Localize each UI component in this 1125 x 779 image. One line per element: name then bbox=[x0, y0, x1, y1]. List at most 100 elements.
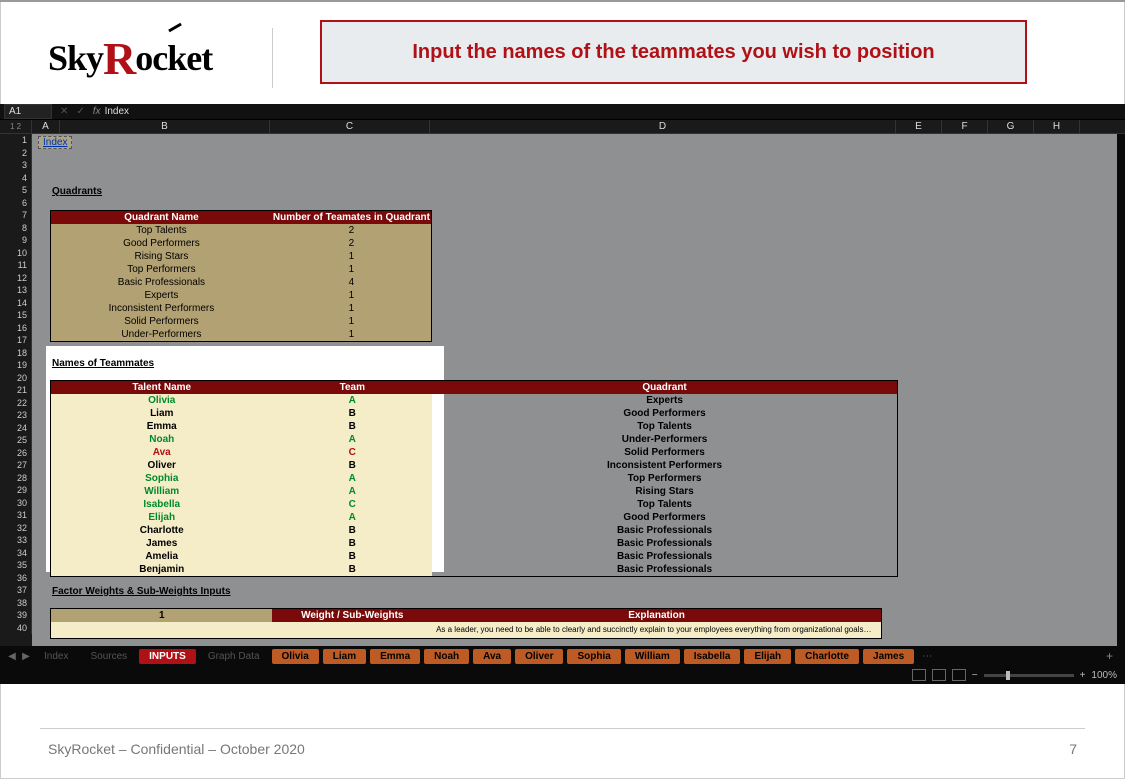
tab-index[interactable]: Index bbox=[34, 649, 78, 664]
sheet-tab-strip[interactable]: ◀ ▶ Index Sources INPUTS Graph Data Oliv… bbox=[0, 646, 1125, 666]
tab-person[interactable]: James bbox=[863, 649, 914, 664]
row-header[interactable]: 28 bbox=[0, 472, 32, 485]
row-header[interactable]: 2 bbox=[0, 147, 32, 160]
table-row[interactable]: AmeliaBBasic Professionals bbox=[51, 550, 897, 563]
table-row[interactable]: Experts1 bbox=[51, 289, 431, 302]
row-header[interactable]: 25 bbox=[0, 434, 32, 447]
row-header[interactable]: 15 bbox=[0, 309, 32, 322]
col-C[interactable]: C bbox=[270, 120, 430, 133]
row-header[interactable]: 34 bbox=[0, 547, 32, 560]
table-row[interactable]: SophiaATop Performers bbox=[51, 472, 897, 485]
table-row[interactable]: BenjaminBBasic Professionals bbox=[51, 563, 897, 576]
table-row[interactable]: JamesBBasic Professionals bbox=[51, 537, 897, 550]
table-row[interactable]: Good Performers2 bbox=[51, 237, 431, 250]
select-all-corner[interactable]: 1 2 bbox=[0, 120, 32, 133]
tab-nav-prev[interactable]: ◀ bbox=[6, 651, 18, 662]
tab-person[interactable]: Isabella bbox=[684, 649, 741, 664]
view-layout-icon[interactable] bbox=[932, 669, 946, 681]
row-header[interactable]: 40 bbox=[0, 622, 32, 635]
row-header[interactable]: 9 bbox=[0, 234, 32, 247]
row-header[interactable]: 27 bbox=[0, 459, 32, 472]
table-row[interactable]: OliviaAExperts bbox=[51, 394, 897, 407]
tab-person[interactable]: Sophia bbox=[567, 649, 620, 664]
row-header[interactable]: 33 bbox=[0, 534, 32, 547]
row-header[interactable]: 35 bbox=[0, 559, 32, 572]
col-H[interactable]: H bbox=[1034, 120, 1080, 133]
row-header[interactable]: 21 bbox=[0, 384, 32, 397]
table-row[interactable]: ElijahAGood Performers bbox=[51, 511, 897, 524]
table-row[interactable]: WilliamARising Stars bbox=[51, 485, 897, 498]
row-header[interactable]: 6 bbox=[0, 197, 32, 210]
view-normal-icon[interactable] bbox=[912, 669, 926, 681]
table-row[interactable]: OliverBInconsistent Performers bbox=[51, 459, 897, 472]
row-header[interactable]: 20 bbox=[0, 372, 32, 385]
row-header[interactable]: 30 bbox=[0, 497, 32, 510]
table-row[interactable]: IsabellaCTop Talents bbox=[51, 498, 897, 511]
row-header[interactable]: 36 bbox=[0, 572, 32, 585]
table-row[interactable]: LiamBGood Performers bbox=[51, 407, 897, 420]
row-header[interactable]: 12 bbox=[0, 272, 32, 285]
tab-person[interactable]: Liam bbox=[323, 649, 366, 664]
row-header[interactable]: 23 bbox=[0, 409, 32, 422]
row-header[interactable]: 29 bbox=[0, 484, 32, 497]
view-pagebreak-icon[interactable] bbox=[952, 669, 966, 681]
tab-person[interactable]: Noah bbox=[424, 649, 469, 664]
row-header[interactable]: 18 bbox=[0, 347, 32, 360]
tab-overflow-icon[interactable]: ⋯ bbox=[922, 651, 932, 662]
row-header[interactable]: 19 bbox=[0, 359, 32, 372]
tab-person[interactable]: Ava bbox=[473, 649, 511, 664]
tab-person[interactable]: Olivia bbox=[272, 649, 319, 664]
row-header[interactable]: 22 bbox=[0, 397, 32, 410]
row-header[interactable]: 24 bbox=[0, 422, 32, 435]
row-header[interactable]: 3 bbox=[0, 159, 32, 172]
row-header[interactable]: 37 bbox=[0, 584, 32, 597]
row-header[interactable]: 16 bbox=[0, 322, 32, 335]
table-row[interactable]: Inconsistent Performers1 bbox=[51, 302, 431, 315]
tab-person[interactable]: Charlotte bbox=[795, 649, 859, 664]
row-header[interactable]: 38 bbox=[0, 597, 32, 610]
row-header[interactable]: 32 bbox=[0, 522, 32, 535]
cells-grid[interactable]: Index Quadrants Quadrant Name Number of … bbox=[32, 134, 1125, 646]
table-row[interactable]: Basic Professionals4 bbox=[51, 276, 431, 289]
zoom-label[interactable]: 100% bbox=[1091, 670, 1117, 681]
row-header[interactable]: 7 bbox=[0, 209, 32, 222]
table-row[interactable]: Top Performers1 bbox=[51, 263, 431, 276]
table-row[interactable]: AvaCSolid Performers bbox=[51, 446, 897, 459]
tab-person[interactable]: William bbox=[625, 649, 680, 664]
row-header[interactable]: 8 bbox=[0, 222, 32, 235]
row-header[interactable]: 5 bbox=[0, 184, 32, 197]
col-E[interactable]: E bbox=[896, 120, 942, 133]
row-header[interactable]: 31 bbox=[0, 509, 32, 522]
row-header[interactable]: 17 bbox=[0, 334, 32, 347]
tab-person[interactable]: Elijah bbox=[744, 649, 791, 664]
vertical-scrollbar[interactable] bbox=[1117, 134, 1125, 646]
table-row[interactable]: Top Talents2 bbox=[51, 224, 431, 237]
index-link[interactable]: Index bbox=[38, 136, 72, 149]
col-A[interactable]: A bbox=[32, 120, 60, 133]
name-box[interactable]: A1 bbox=[4, 104, 52, 119]
tab-add-icon[interactable]: + bbox=[1100, 649, 1119, 663]
row-header[interactable]: 1 bbox=[0, 134, 32, 147]
row-header[interactable]: 14 bbox=[0, 297, 32, 310]
col-F[interactable]: F bbox=[942, 120, 988, 133]
row-header[interactable]: 4 bbox=[0, 172, 32, 185]
row-header[interactable]: 11 bbox=[0, 259, 32, 272]
tab-sources[interactable]: Sources bbox=[80, 649, 137, 664]
zoom-slider[interactable] bbox=[984, 674, 1074, 677]
formula-bar[interactable]: A1 ✕ ✓ fx Index bbox=[0, 104, 1125, 120]
tab-person[interactable]: Emma bbox=[370, 649, 420, 664]
col-D[interactable]: D bbox=[430, 120, 896, 133]
table-row[interactable]: EmmaBTop Talents bbox=[51, 420, 897, 433]
table-row[interactable]: Under-Performers1 bbox=[51, 328, 431, 341]
row-header[interactable]: 26 bbox=[0, 447, 32, 460]
row-header[interactable]: 13 bbox=[0, 284, 32, 297]
row-header[interactable]: 10 bbox=[0, 247, 32, 260]
tab-person[interactable]: Oliver bbox=[515, 649, 563, 664]
tab-nav-next[interactable]: ▶ bbox=[20, 651, 32, 662]
zoom-in-icon[interactable]: + bbox=[1080, 670, 1086, 681]
tab-graph-data[interactable]: Graph Data bbox=[198, 649, 270, 664]
tab-inputs[interactable]: INPUTS bbox=[139, 649, 196, 664]
zoom-out-icon[interactable]: − bbox=[972, 670, 978, 681]
col-G[interactable]: G bbox=[988, 120, 1034, 133]
row-header[interactable]: 39 bbox=[0, 609, 32, 622]
